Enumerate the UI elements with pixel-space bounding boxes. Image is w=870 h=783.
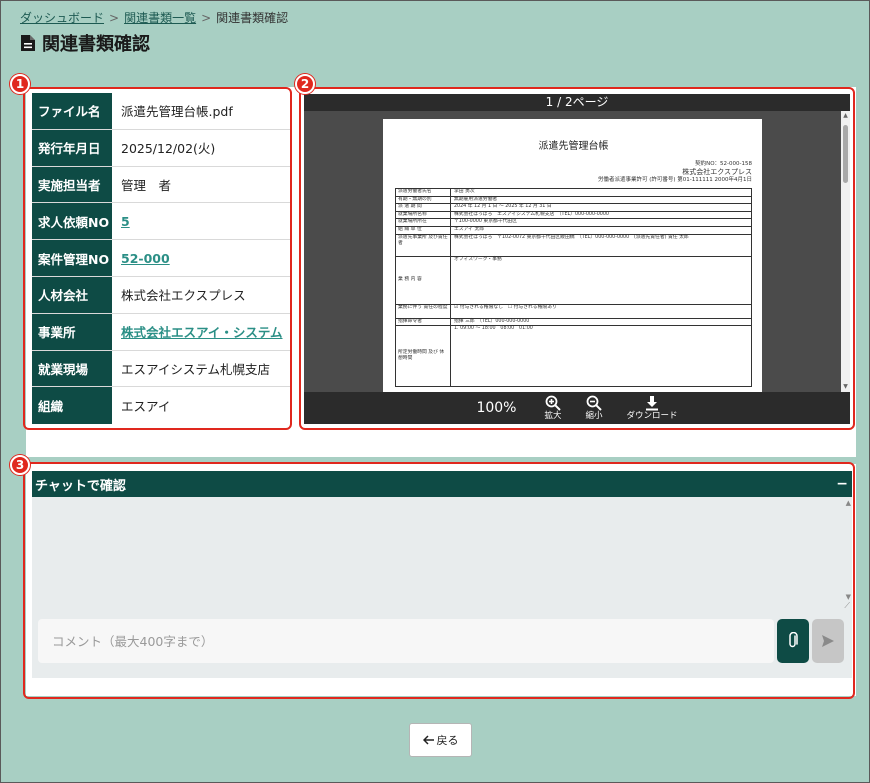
breadcrumb-separator: > — [109, 11, 120, 25]
breadcrumb-current: 関連書類確認 — [216, 11, 289, 25]
callout-number-2: 2 — [295, 74, 315, 94]
document-icon — [21, 35, 35, 51]
callout-number-3: 3 — [10, 455, 30, 475]
page-title-text: 関連書類確認 — [42, 34, 150, 55]
callout-box-2 — [299, 87, 855, 430]
breadcrumb-dashboard-link[interactable]: ダッシュボード — [20, 11, 104, 25]
callout-number-1: 1 — [10, 74, 30, 94]
back-button[interactable]: 戻る — [409, 723, 472, 757]
callout-box-1 — [23, 87, 292, 430]
page-title: 関連書類確認 — [20, 30, 150, 56]
breadcrumb-separator: > — [201, 11, 212, 25]
back-label: 戻る — [436, 734, 459, 747]
arrow-left-icon — [422, 735, 434, 745]
callout-box-3 — [23, 462, 855, 699]
breadcrumb: ダッシュボード > 関連書類一覧 > 関連書類確認 — [20, 9, 288, 26]
breadcrumb-documents-link[interactable]: 関連書類一覧 — [124, 11, 196, 25]
